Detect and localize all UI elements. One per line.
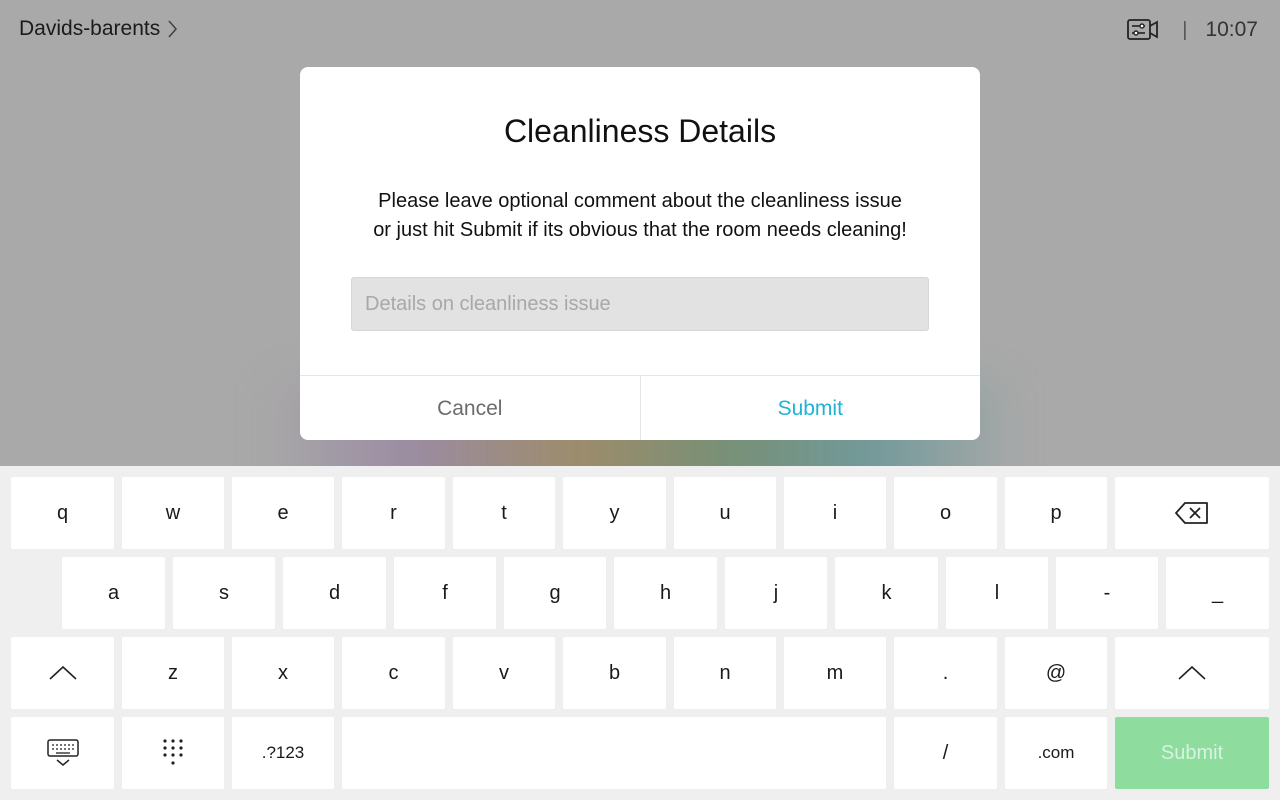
key-j[interactable]: j	[725, 557, 827, 629]
dialog-message: Please leave optional comment about the …	[340, 187, 940, 245]
cancel-button[interactable]: Cancel	[300, 376, 641, 440]
status-separator: |	[1182, 18, 1188, 41]
shift-key-left[interactable]	[11, 637, 114, 709]
key-g[interactable]: g	[504, 557, 606, 629]
key-q[interactable]: q	[11, 477, 114, 549]
backspace-icon	[1175, 502, 1208, 524]
clock: 10:07	[1205, 18, 1258, 41]
cleanliness-details-input[interactable]	[351, 277, 929, 331]
keyboard-submit-key[interactable]: Submit	[1115, 717, 1269, 789]
key-k[interactable]: k	[835, 557, 938, 629]
chevron-right-icon	[166, 16, 184, 42]
key-n[interactable]: n	[674, 637, 776, 709]
key-d[interactable]: d	[283, 557, 386, 629]
dialog-message-line2: or just hit Submit if its obvious that t…	[373, 219, 907, 241]
key-p[interactable]: p	[1005, 477, 1107, 549]
key-l[interactable]: l	[946, 557, 1048, 629]
top-right-status: | 10:07	[1126, 14, 1258, 46]
key-z[interactable]: z	[122, 637, 224, 709]
dotcom-key[interactable]: .com	[1005, 717, 1107, 789]
submit-button[interactable]: Submit	[641, 376, 981, 440]
key-f[interactable]: f	[394, 557, 496, 629]
dialog-actions: Cancel Submit	[300, 375, 980, 440]
numbers-symbols-key[interactable]: .?123	[232, 717, 334, 789]
key-hyphen[interactable]: -	[1056, 557, 1158, 629]
top-bar: Davids-barents | 10:07	[0, 0, 1280, 60]
key-h[interactable]: h	[614, 557, 717, 629]
space-key[interactable]	[342, 717, 886, 789]
room-name-label: Davids-barents	[19, 17, 161, 40]
shift-up-icon	[48, 665, 77, 680]
cleanliness-details-dialog: Cleanliness Details Please leave optiona…	[300, 67, 980, 440]
room-name-breadcrumb[interactable]: Davids-barents	[19, 16, 184, 42]
key-a[interactable]: a	[62, 557, 165, 629]
key-slash[interactable]: /	[894, 717, 997, 789]
key-o[interactable]: o	[894, 477, 997, 549]
key-b[interactable]: b	[563, 637, 666, 709]
key-v[interactable]: v	[453, 637, 555, 709]
key-t[interactable]: t	[453, 477, 555, 549]
key-s[interactable]: s	[173, 557, 275, 629]
shift-up-icon	[1178, 665, 1206, 680]
backspace-key[interactable]	[1115, 477, 1269, 549]
shift-key-right[interactable]	[1115, 637, 1269, 709]
key-underscore[interactable]: _	[1166, 557, 1269, 629]
key-w[interactable]: w	[122, 477, 224, 549]
key-period[interactable]: .	[894, 637, 997, 709]
dialog-title: Cleanliness Details	[503, 113, 777, 149]
key-i[interactable]: i	[784, 477, 886, 549]
on-screen-keyboard: q w e r t y u i o p a s d f g h j k l - …	[0, 466, 1280, 800]
key-m[interactable]: m	[784, 637, 886, 709]
key-x[interactable]: x	[232, 637, 334, 709]
dialpad-key[interactable]	[122, 717, 224, 789]
dialog-message-line1: Please leave optional comment about the …	[378, 190, 902, 212]
hide-keyboard-key[interactable]	[11, 717, 114, 789]
key-e[interactable]: e	[232, 477, 334, 549]
key-c[interactable]: c	[342, 637, 445, 709]
key-at[interactable]: @	[1005, 637, 1107, 709]
dialpad-icon	[163, 739, 183, 765]
key-y[interactable]: y	[563, 477, 666, 549]
key-r[interactable]: r	[342, 477, 445, 549]
hide-keyboard-icon	[46, 739, 79, 766]
key-u[interactable]: u	[674, 477, 776, 549]
camera-control-icon[interactable]	[1126, 16, 1160, 44]
